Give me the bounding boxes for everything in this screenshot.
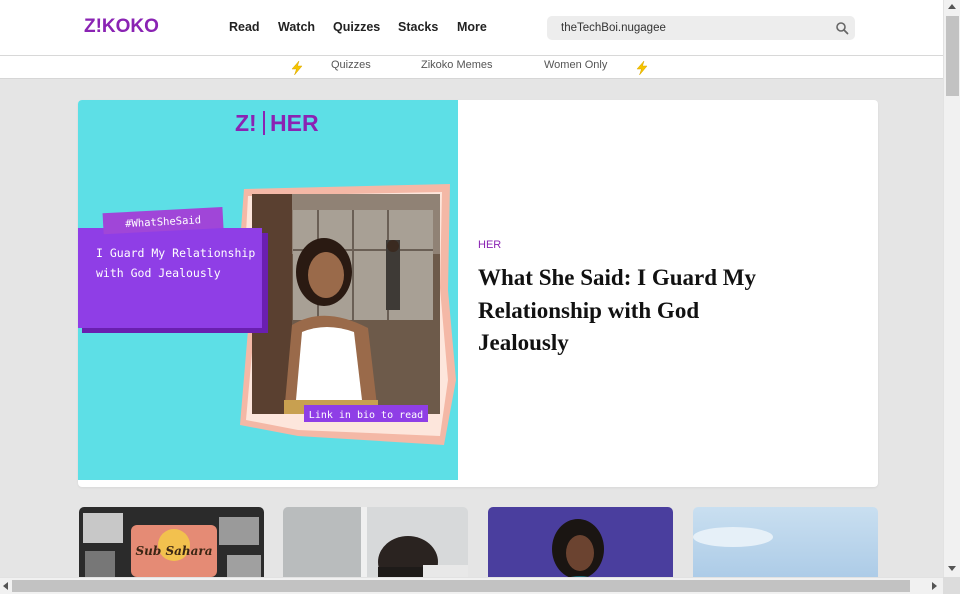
lightning-bolt-icon — [291, 60, 303, 76]
vertical-scroll-thumb[interactable] — [946, 16, 959, 96]
nav-quizzes[interactable]: Quizzes — [333, 20, 380, 34]
horizontal-scroll-thumb[interactable] — [12, 580, 910, 592]
image-brand-section: HER — [270, 110, 319, 136]
featured-article-image[interactable]: Z! HER Link in bio to read #WhatSheSaid — [78, 100, 458, 480]
horizontal-scrollbar[interactable] — [0, 577, 943, 594]
subnav-quizzes[interactable]: Quizzes — [331, 59, 371, 71]
article-card-image[interactable] — [283, 507, 468, 587]
image-cta-text: Link in bio to read — [309, 410, 423, 421]
card-image-caption: Sub Sahara — [136, 544, 213, 558]
article-card[interactable] — [283, 507, 468, 587]
zikoko-logo[interactable]: Z!KOKO — [84, 15, 168, 37]
article-card-image[interactable] — [693, 507, 878, 587]
nav-read[interactable]: Read — [229, 20, 260, 34]
image-brand-mark: Z! — [235, 110, 257, 136]
scroll-up-arrow-icon[interactable] — [948, 4, 956, 9]
article-card[interactable] — [488, 507, 673, 587]
article-card-image[interactable]: Sub Sahara — [79, 507, 264, 587]
image-quote-text: I Guard My Relationship with God Jealous… — [96, 246, 256, 280]
search-icon[interactable] — [835, 21, 849, 35]
subnav-women-only[interactable]: Women Only — [544, 59, 607, 71]
subnav-zikoko-memes[interactable]: Zikoko Memes — [421, 59, 493, 71]
site-header: Z!KOKO Read Watch Quizzes Stacks More — [0, 0, 943, 56]
logo-text: Z!KOKO — [84, 16, 159, 37]
nav-stacks[interactable]: Stacks — [398, 20, 438, 34]
scroll-right-arrow-icon[interactable] — [932, 582, 937, 590]
sub-navigation: Quizzes Zikoko Memes Women Only — [0, 56, 943, 79]
article-card[interactable]: Sub Sahara — [79, 507, 264, 587]
article-card[interactable] — [693, 507, 878, 587]
article-title[interactable]: What She Said: I Guard My Relationship w… — [478, 262, 778, 360]
nav-watch[interactable]: Watch — [278, 20, 315, 34]
nav-more[interactable]: More — [457, 20, 487, 34]
search-bar — [547, 16, 855, 40]
scroll-left-arrow-icon[interactable] — [3, 582, 8, 590]
lightning-bolt-icon — [636, 60, 648, 76]
search-input[interactable] — [561, 20, 821, 36]
article-category[interactable]: HER — [478, 239, 501, 251]
vertical-scrollbar[interactable] — [943, 0, 960, 577]
article-card-image[interactable] — [488, 507, 673, 587]
featured-article-card[interactable]: Z! HER Link in bio to read #WhatSheSaid — [78, 100, 878, 487]
scroll-down-arrow-icon[interactable] — [948, 566, 956, 571]
scrollbar-corner — [943, 577, 960, 594]
